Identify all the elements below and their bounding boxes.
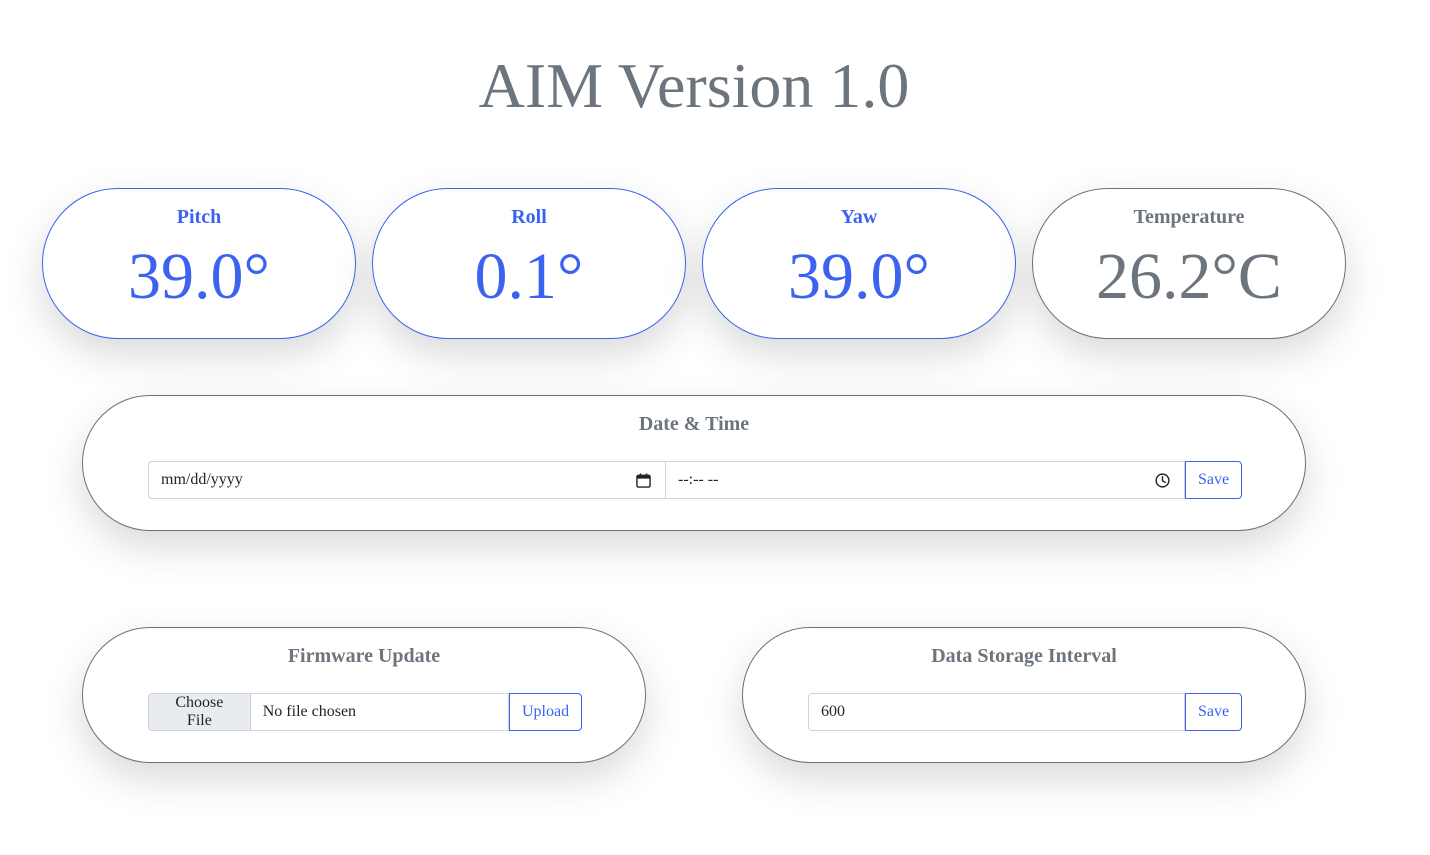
datetime-input-group: mm/dd/yyyy --:-- -- Save	[148, 461, 1242, 499]
roll-label: Roll	[511, 206, 547, 228]
temperature-value: 26.2°C	[1096, 240, 1282, 313]
choose-file-button[interactable]: Choose File	[148, 693, 251, 731]
datetime-title: Date & Time	[638, 413, 750, 435]
pitch-card: Pitch 39.0°	[42, 188, 356, 339]
storage-input-group: 600 Save	[808, 693, 1242, 731]
storage-card: Data Storage Interval 600 Save	[742, 627, 1306, 763]
datetime-save-button[interactable]: Save	[1185, 461, 1242, 499]
date-placeholder: mm/dd/yyyy	[161, 471, 243, 488]
roll-value: 0.1°	[474, 240, 584, 313]
calendar-icon[interactable]	[636, 473, 651, 488]
upload-button[interactable]: Upload	[509, 693, 582, 731]
pitch-value: 39.0°	[128, 240, 270, 313]
temperature-label: Temperature	[1133, 206, 1245, 228]
firmware-card: Firmware Update Choose File No file chos…	[82, 627, 646, 763]
time-input[interactable]: --:-- --	[666, 461, 1185, 499]
firmware-title: Firmware Update	[287, 645, 441, 667]
file-status[interactable]: No file chosen	[250, 693, 509, 731]
pitch-label: Pitch	[176, 206, 222, 228]
datetime-card: Date & Time mm/dd/yyyy --:-- -- Save	[82, 395, 1306, 531]
date-input[interactable]: mm/dd/yyyy	[148, 461, 666, 499]
clock-icon[interactable]	[1155, 473, 1170, 488]
storage-title: Data Storage Interval	[931, 645, 1117, 667]
yaw-card: Yaw 39.0°	[702, 188, 1016, 339]
time-placeholder: --:-- --	[678, 471, 719, 488]
storage-save-button[interactable]: Save	[1185, 693, 1242, 731]
yaw-label: Yaw	[840, 206, 878, 228]
temperature-card: Temperature 26.2°C	[1032, 188, 1346, 339]
storage-interval-input[interactable]: 600	[808, 693, 1185, 731]
firmware-input-group: Choose File No file chosen Upload	[148, 693, 582, 731]
page-title: AIM Version 1.0	[478, 50, 910, 121]
yaw-value: 39.0°	[788, 240, 930, 313]
roll-card: Roll 0.1°	[372, 188, 686, 339]
dashboard-page: AIM Version 1.0 Pitch 39.0° Roll 0.1° Ya…	[0, 0, 1430, 855]
